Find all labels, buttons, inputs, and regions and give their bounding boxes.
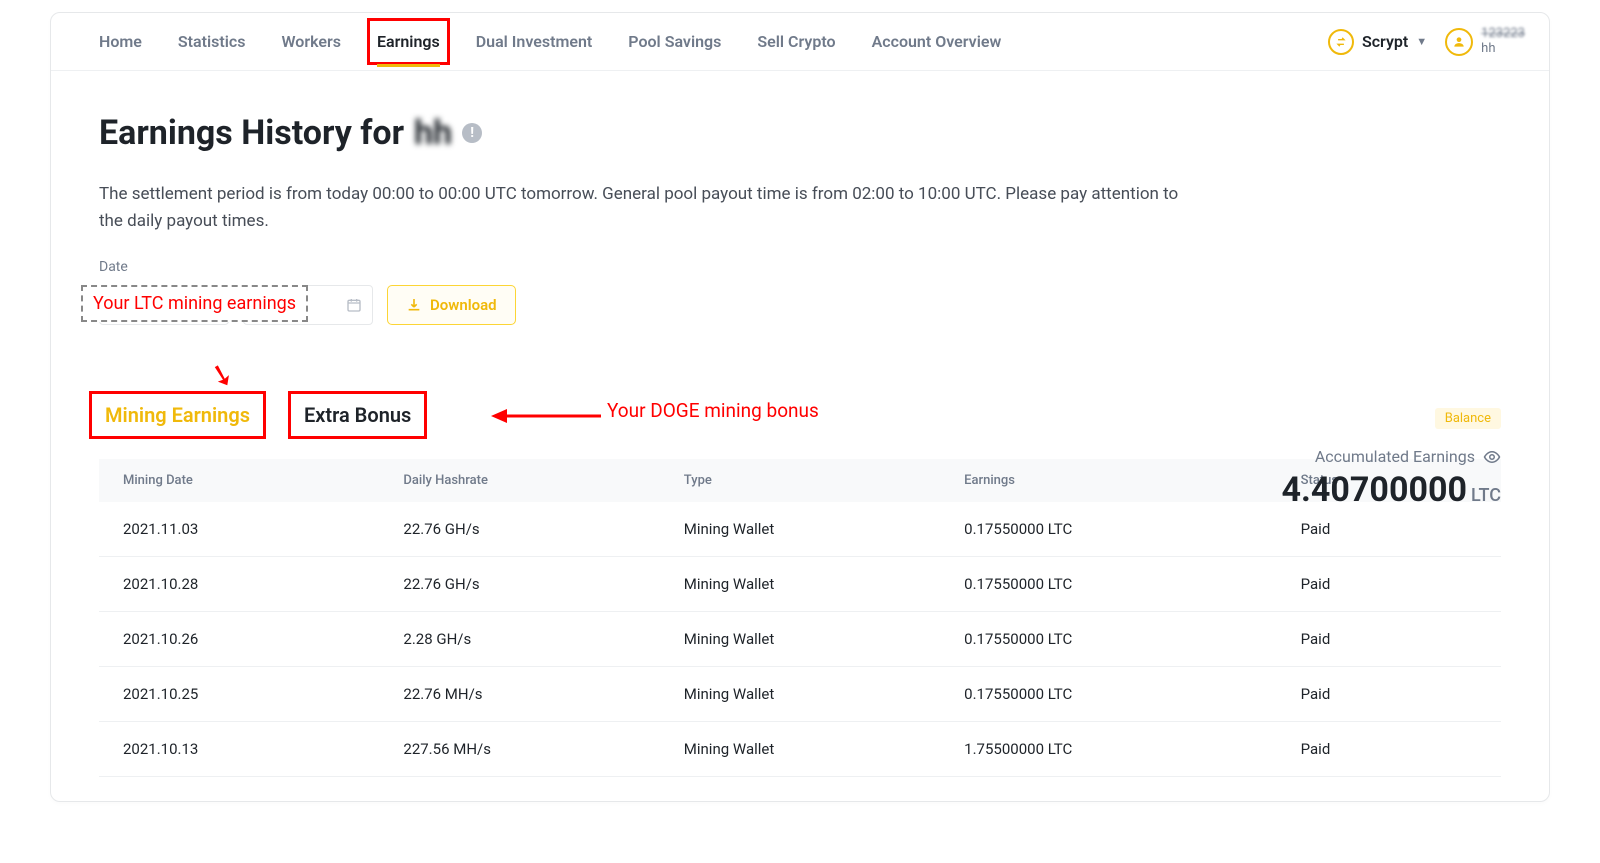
cell-date: 2021.10.13 [99, 722, 379, 777]
nav-tab-account-overview[interactable]: Account Overview [872, 14, 1002, 69]
nav-tab-pool-savings[interactable]: Pool Savings [628, 14, 721, 69]
nav-tab-sell-crypto[interactable]: Sell Crypto [757, 14, 835, 69]
nav-tabs: Home Statistics Workers Earnings Dual In… [99, 14, 1001, 69]
eye-icon[interactable] [1483, 448, 1501, 466]
info-icon[interactable]: ! [462, 123, 482, 143]
annotation-doge: Your DOGE mining bonus [607, 399, 819, 422]
cell-earn: 0.17550000 LTC [940, 612, 1276, 667]
account-text: 123223 hh [1481, 27, 1525, 56]
date-label: Date [99, 259, 1501, 275]
algorithm-selector[interactable]: Scrypt ▼ [1328, 29, 1427, 55]
cell-hash: 22.76 GH/s [379, 557, 659, 612]
table-row: 2021.10.262.28 GH/sMining Wallet0.175500… [99, 612, 1501, 667]
cell-status: Paid [1277, 502, 1501, 557]
col-mining-date: Mining Date [99, 459, 379, 502]
cell-date: 2021.10.28 [99, 557, 379, 612]
calendar-icon [346, 297, 362, 313]
cell-status: Paid [1277, 612, 1501, 667]
cell-date: 2021.11.03 [99, 502, 379, 557]
download-button[interactable]: Download [387, 285, 516, 325]
table-row: 2021.10.2822.76 GH/sMining Wallet0.17550… [99, 557, 1501, 612]
cell-status: Paid [1277, 722, 1501, 777]
account-name: hh [1481, 42, 1525, 56]
table-row: 2021.10.13227.56 MH/sMining Wallet1.7550… [99, 722, 1501, 777]
cell-earn: 0.17550000 LTC [940, 557, 1276, 612]
col-daily-hashrate: Daily Hashrate [379, 459, 659, 502]
settlement-description: The settlement period is from today 00:0… [99, 181, 1199, 235]
table-row: 2021.11.0322.76 GH/sMining Wallet0.17550… [99, 502, 1501, 557]
download-icon [406, 297, 422, 313]
cell-type: Mining Wallet [660, 612, 940, 667]
table-row: 2021.10.2522.76 MH/sMining Wallet0.17550… [99, 667, 1501, 722]
arrow-left-icon [491, 403, 601, 429]
subtab-extra-bonus[interactable]: Extra Bonus [298, 399, 417, 431]
cell-hash: 22.76 GH/s [379, 502, 659, 557]
cell-status: Paid [1277, 557, 1501, 612]
cell-earn: 0.17550000 LTC [940, 502, 1276, 557]
user-icon [1445, 28, 1473, 56]
page-title: Earnings History for hh ! [99, 113, 1501, 153]
balance-chip[interactable]: Balance [1435, 408, 1501, 429]
accumulated-earnings-value: 4.40700000LTC [1282, 470, 1501, 510]
nav-tab-statistics[interactable]: Statistics [178, 14, 246, 69]
cell-type: Mining Wallet [660, 667, 940, 722]
cell-hash: 22.76 MH/s [379, 667, 659, 722]
col-earnings: Earnings [940, 459, 1276, 502]
swap-icon [1328, 29, 1354, 55]
algorithm-label: Scrypt [1362, 32, 1408, 51]
cell-date: 2021.10.26 [99, 612, 379, 667]
nav-tab-home[interactable]: Home [99, 14, 142, 69]
top-nav: Home Statistics Workers Earnings Dual In… [51, 13, 1549, 71]
subtab-mining-earnings[interactable]: Mining Earnings [99, 399, 256, 431]
nav-tab-dual-investment[interactable]: Dual Investment [476, 14, 593, 69]
cell-status: Paid [1277, 667, 1501, 722]
account-chip[interactable]: 123223 hh [1445, 27, 1525, 56]
cell-hash: 2.28 GH/s [379, 612, 659, 667]
annotation-ltc: Your LTC mining earnings [81, 285, 308, 322]
cell-type: Mining Wallet [660, 557, 940, 612]
nav-tab-workers[interactable]: Workers [281, 14, 341, 69]
arrow-down-icon: ➘ [206, 359, 238, 394]
accumulated-earnings-label: Accumulated Earnings [1282, 447, 1501, 466]
cell-hash: 227.56 MH/s [379, 722, 659, 777]
cell-type: Mining Wallet [660, 502, 940, 557]
col-type: Type [660, 459, 940, 502]
cell-earn: 0.17550000 LTC [940, 667, 1276, 722]
nav-tab-earnings[interactable]: Earnings [377, 14, 440, 69]
chevron-down-icon: ▼ [1416, 35, 1427, 48]
account-id: 123223 [1481, 27, 1525, 41]
cell-type: Mining Wallet [660, 722, 940, 777]
cell-date: 2021.10.25 [99, 667, 379, 722]
cell-earn: 1.75500000 LTC [940, 722, 1276, 777]
